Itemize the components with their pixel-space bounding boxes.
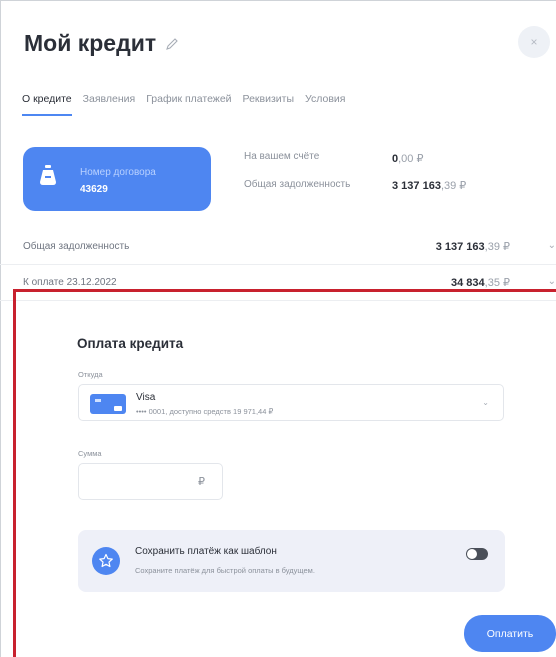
amount-label: Сумма: [78, 449, 102, 458]
star-icon: [92, 547, 120, 575]
tab-conditions[interactable]: Условия: [305, 93, 345, 116]
save-template-description: Сохраните платёж для быстрой оплаты в бу…: [135, 566, 315, 575]
chevron-down-icon[interactable]: ⌄: [548, 240, 556, 251]
tab-requisites[interactable]: Реквизиты: [243, 93, 294, 116]
save-template-title: Сохранить платёж как шаблон: [135, 546, 277, 557]
close-button[interactable]: ×: [518, 26, 550, 58]
total-debt-label: Общая задолженность: [244, 179, 351, 190]
tab-payment-schedule[interactable]: График платежей: [146, 93, 231, 116]
bank-card-icon: [90, 394, 126, 414]
balance-value: 0,00 ₽: [392, 153, 424, 165]
total-debt-value: 3 137 163,39 ₽: [392, 180, 467, 192]
tab-bar: О кредите Заявления График платежей Рекв…: [22, 93, 356, 116]
balance-label: На вашем счёте: [244, 151, 320, 162]
row-label: К оплате 23.12.2022: [23, 277, 117, 288]
source-card-name: Visa: [136, 392, 156, 403]
row-value: 3 137 163,39 ₽: [435, 241, 510, 253]
contract-number-label: Номер договора: [80, 167, 156, 178]
contract-number-value: 43629: [80, 184, 108, 195]
page-title: Мой кредит: [24, 30, 157, 56]
source-account-select[interactable]: Visa •••• 0001, доступно средств 19 971,…: [78, 384, 504, 421]
payment-title: Оплата кредита: [77, 336, 184, 351]
money-bag-icon: [40, 165, 56, 185]
source-card-details: •••• 0001, доступно средств 19 971,44 ₽: [136, 407, 274, 416]
tab-about-loan[interactable]: О кредите: [22, 93, 72, 116]
pay-button[interactable]: Оплатить: [464, 615, 556, 652]
row-label: Общая задолженность: [23, 241, 130, 252]
pencil-icon[interactable]: [165, 37, 179, 51]
amount-input[interactable]: ₽: [78, 463, 223, 500]
source-label: Откуда: [78, 370, 103, 379]
currency-sign: ₽: [198, 476, 205, 488]
chevron-down-icon[interactable]: ⌄: [482, 398, 489, 407]
save-template-toggle[interactable]: [466, 548, 488, 560]
contract-card: Номер договора 43629: [23, 147, 211, 211]
total-debt-row[interactable]: Общая задолженность 3 137 163,39 ₽ ⌄: [0, 229, 556, 265]
save-template-panel: Сохранить платёж как шаблон Сохраните пл…: [78, 530, 505, 592]
row-value: 34 834,35 ₽: [450, 277, 510, 289]
chevron-down-icon[interactable]: ⌄: [548, 276, 556, 287]
tab-applications[interactable]: Заявления: [83, 93, 136, 116]
